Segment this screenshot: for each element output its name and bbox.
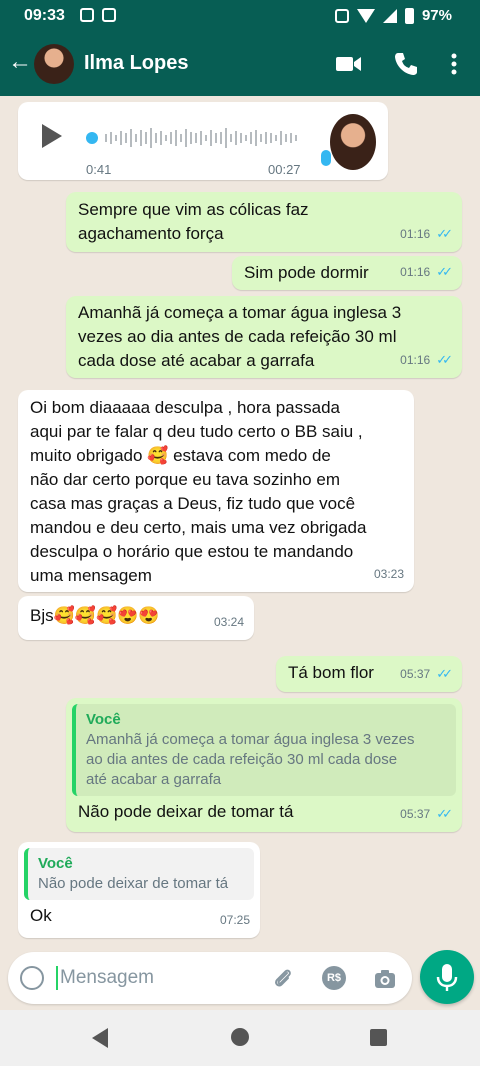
- quoted-text: Amanhã já começa a tomar água inglesa 3 …: [86, 731, 415, 788]
- notification-icons: [80, 8, 116, 22]
- video-call-icon[interactable]: [332, 48, 364, 80]
- outgoing-reply-message[interactable]: Você Amanhã já começa a tomar água ingle…: [66, 698, 462, 832]
- signal-icon: [382, 8, 397, 23]
- voice-record-button[interactable]: [420, 950, 474, 1004]
- status-time: 09:33: [24, 7, 65, 24]
- read-ticks-icon: ✓✓: [436, 666, 453, 681]
- message-meta: 07:25: [220, 908, 250, 932]
- read-ticks-icon: ✓✓: [436, 226, 453, 241]
- read-ticks-icon: ✓✓: [436, 352, 453, 367]
- message-text: Bjs🥰🥰🥰😍😍: [30, 606, 160, 625]
- chat-header: ← Ilma Lopes: [0, 32, 480, 96]
- microphone-icon: [321, 150, 331, 166]
- message-time: 01:16: [400, 265, 431, 279]
- nav-home-icon[interactable]: [231, 1028, 249, 1046]
- message-meta: 05:37 ✓✓: [400, 802, 453, 826]
- message-meta: 05:37 ✓✓: [400, 662, 453, 686]
- message-meta: 01:16 ✓✓: [400, 222, 453, 246]
- quoted-message[interactable]: Você Não pode deixar de tomar tá: [24, 848, 254, 900]
- message-time: 05:37: [400, 667, 431, 681]
- battery-level: 97%: [421, 7, 452, 24]
- outgoing-message[interactable]: Amanhã já começa a tomar água inglesa 3 …: [66, 296, 462, 378]
- play-icon[interactable]: [42, 124, 62, 148]
- quoted-sender: Você: [38, 855, 73, 872]
- quoted-text: Não pode deixar de tomar tá: [38, 875, 229, 892]
- text-cursor: [56, 966, 58, 990]
- camera-icon[interactable]: [372, 966, 398, 992]
- message-time: 05:37: [400, 807, 431, 821]
- quoted-message[interactable]: Você Amanhã já começa a tomar água ingle…: [72, 704, 456, 796]
- nav-back-icon[interactable]: [92, 1028, 108, 1048]
- playhead[interactable]: [86, 132, 98, 144]
- message-time: 01:16: [400, 353, 431, 367]
- read-ticks-icon: ✓✓: [436, 264, 453, 279]
- wifi-icon: [356, 8, 375, 23]
- message-text: Oi bom diaaaaa desculpa , hora passada a…: [30, 398, 367, 585]
- message-text: Sempre que vim as cólicas faz agachament…: [78, 200, 309, 243]
- more-options-icon[interactable]: [438, 48, 470, 80]
- back-arrow-icon[interactable]: ←: [8, 50, 32, 74]
- message-time: 03:23: [373, 567, 404, 581]
- vibrate-icon: [334, 8, 349, 23]
- system-nav-bar: [0, 1010, 480, 1066]
- payment-icon[interactable]: R$: [322, 966, 346, 990]
- sender-avatar: [330, 114, 376, 170]
- battery-icon: [404, 7, 414, 24]
- quoted-sender: Você: [86, 711, 121, 728]
- status-right: 97%: [334, 7, 452, 24]
- message-text: Não pode deixar de tomar tá: [78, 802, 294, 821]
- message-time: 03:24: [213, 615, 244, 629]
- incoming-reply-message[interactable]: Você Não pode deixar de tomar tá Ok 07:2…: [18, 842, 260, 938]
- microphone-icon[interactable]: [420, 950, 474, 1004]
- attach-icon[interactable]: [270, 966, 296, 992]
- message-text: Amanhã já começa a tomar água inglesa 3 …: [78, 303, 402, 370]
- message-input[interactable]: [60, 962, 260, 994]
- youtube-icon: [102, 8, 116, 22]
- message-time: 01:16: [400, 227, 431, 241]
- read-ticks-icon: ✓✓: [436, 806, 453, 821]
- voice-position: 0:41: [86, 162, 112, 177]
- status-bar: 09:33 97%: [0, 0, 480, 32]
- contact-avatar[interactable]: [34, 44, 74, 84]
- message-meta: 03:23: [374, 562, 404, 586]
- voice-message[interactable]: 0:41 00:27: [18, 102, 388, 180]
- message-composer: R$: [8, 952, 412, 1004]
- outgoing-message[interactable]: Sim pode dormir 01:16 ✓✓: [232, 256, 462, 290]
- message-meta: 01:16 ✓✓: [400, 348, 453, 372]
- audio-waveform[interactable]: [86, 126, 297, 150]
- nav-recents-icon[interactable]: [370, 1029, 387, 1046]
- message-meta: 03:24: [214, 610, 244, 634]
- incoming-message[interactable]: Oi bom diaaaaa desculpa , hora passada a…: [18, 390, 414, 592]
- notification-icon: [80, 8, 94, 22]
- contact-name[interactable]: Ilma Lopes: [84, 52, 188, 75]
- phone-icon[interactable]: [390, 48, 422, 80]
- incoming-message[interactable]: Bjs🥰🥰🥰😍😍 03:24: [18, 596, 254, 640]
- chat-area[interactable]: 0:41 00:27 Sempre que vim as cólicas faz…: [0, 96, 480, 944]
- voice-duration: 00:27: [268, 162, 301, 177]
- outgoing-message[interactable]: Tá bom flor 05:37 ✓✓: [276, 656, 462, 692]
- emoji-icon[interactable]: [20, 966, 44, 990]
- outgoing-message[interactable]: Sempre que vim as cólicas faz agachament…: [66, 192, 462, 252]
- message-time: 07:25: [219, 913, 250, 927]
- message-meta: 01:16 ✓✓: [400, 260, 453, 284]
